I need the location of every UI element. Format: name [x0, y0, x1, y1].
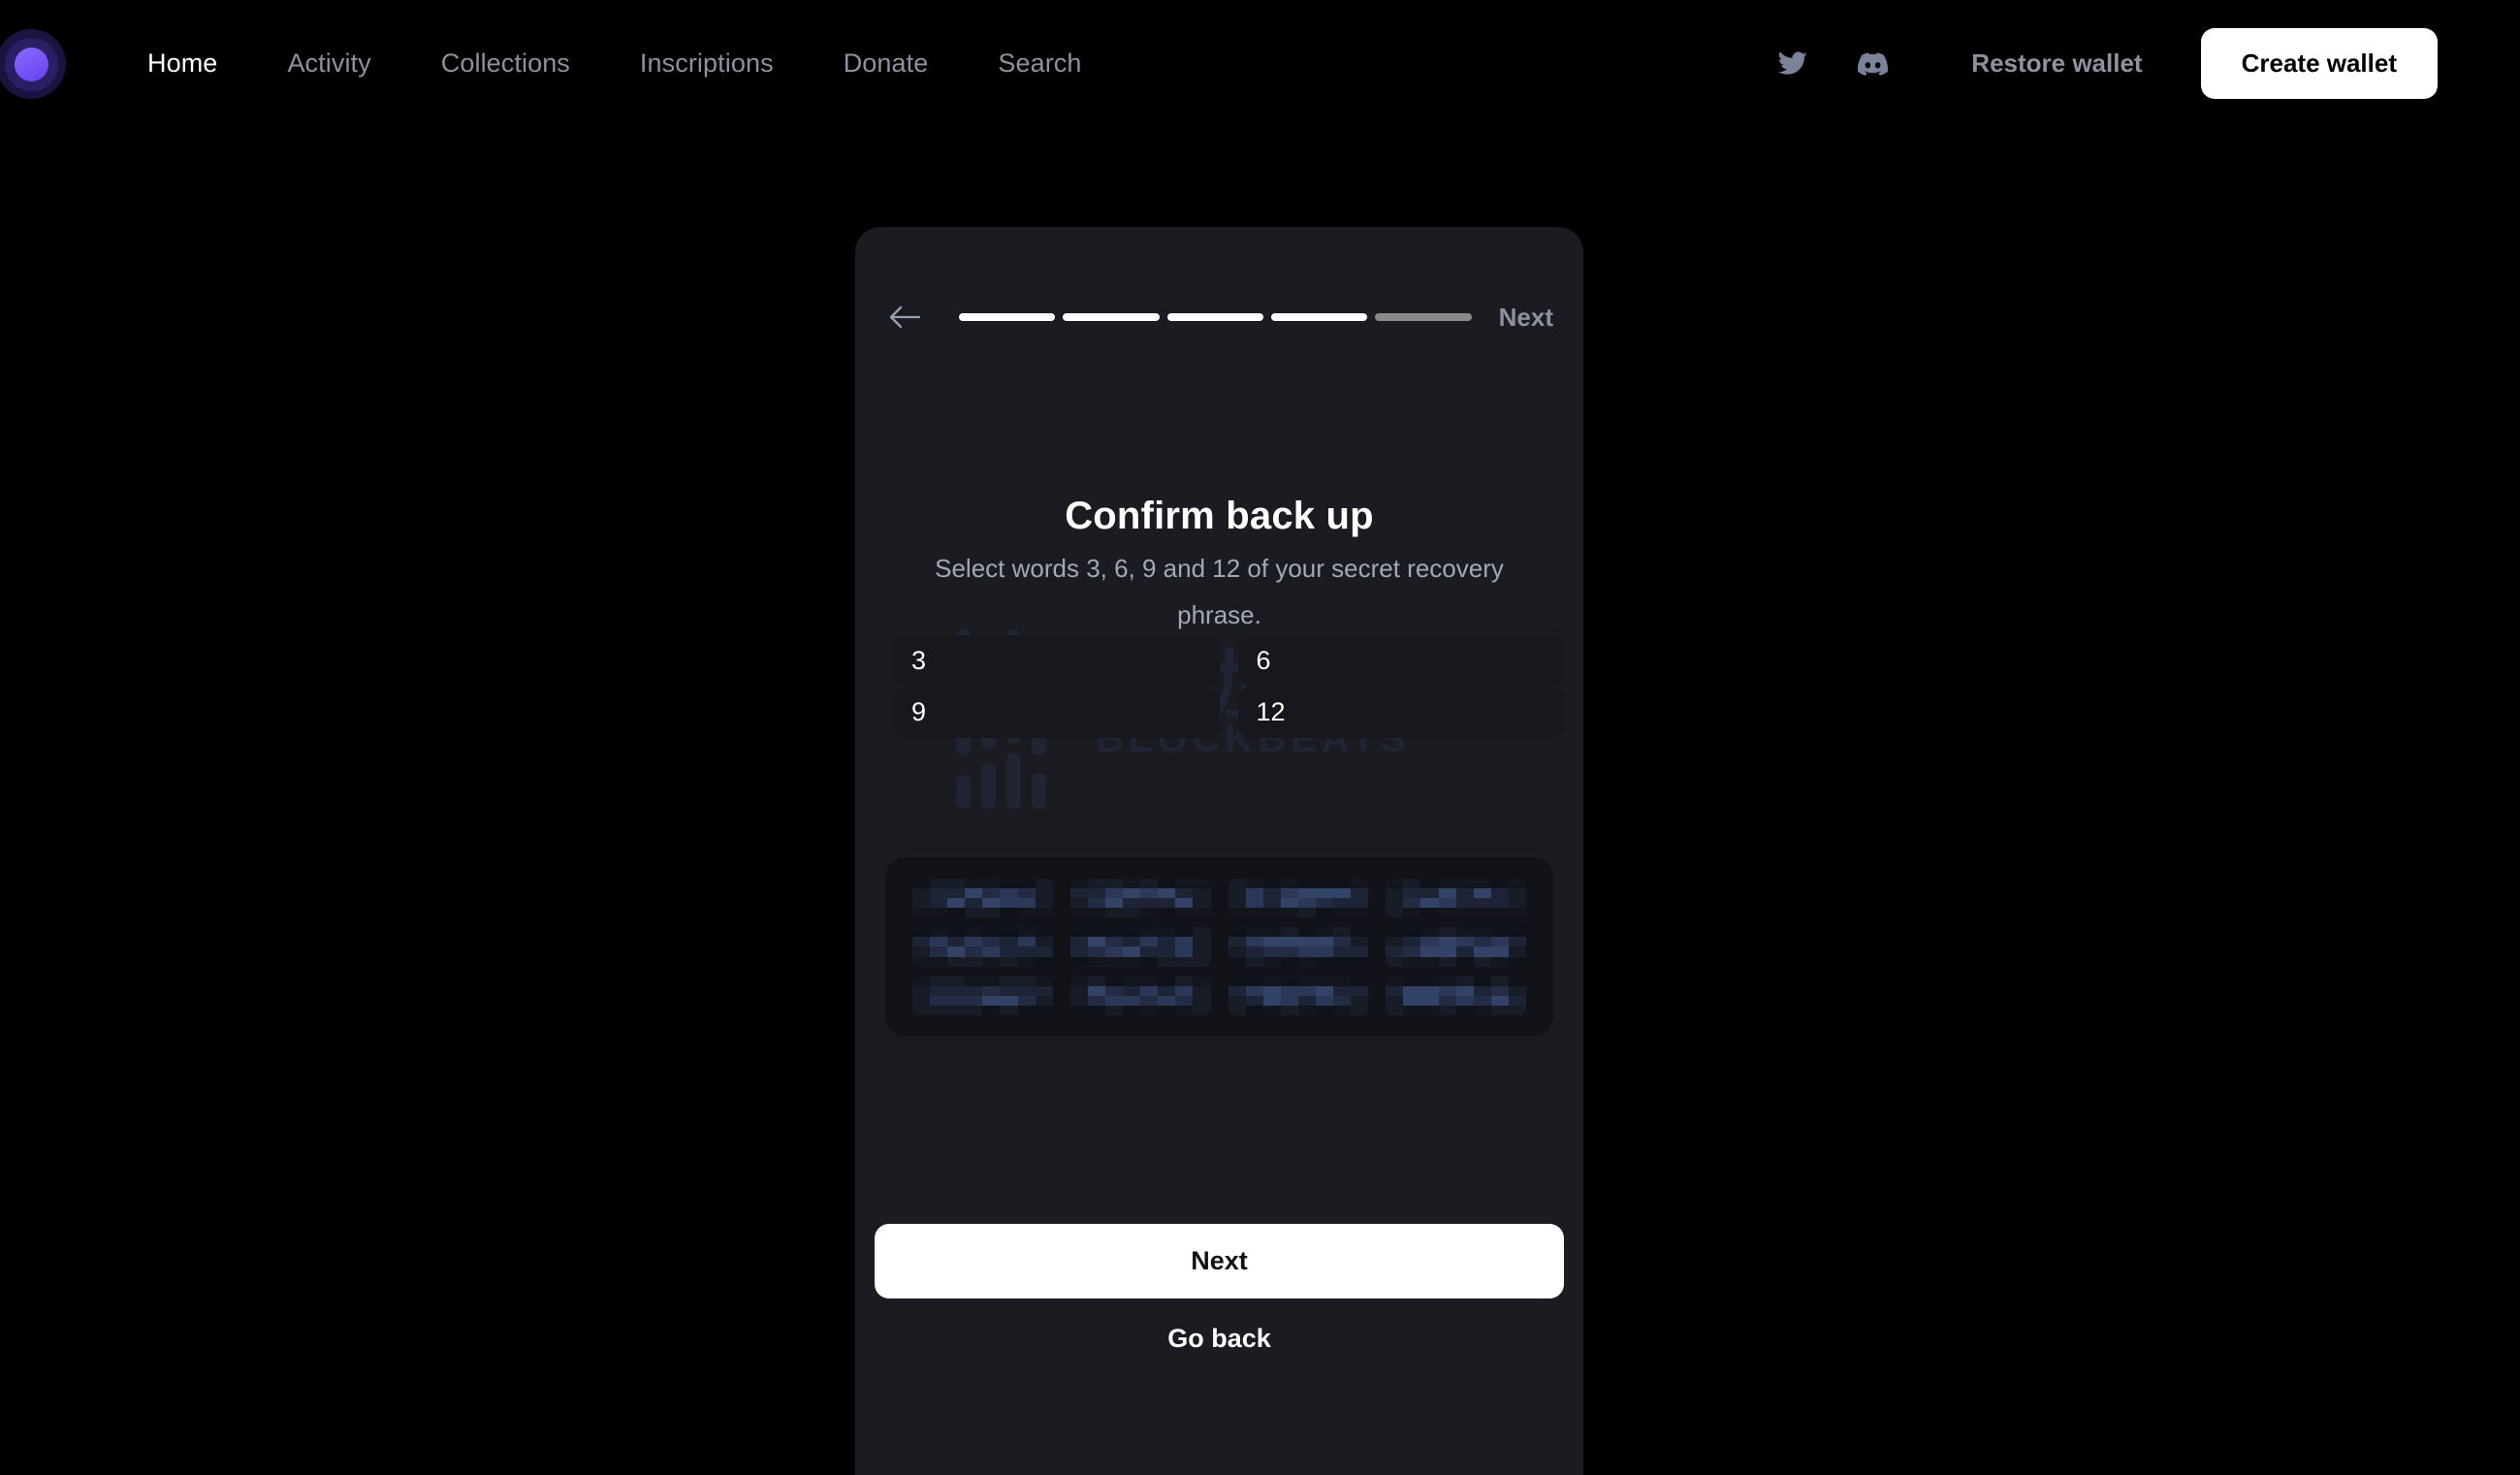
header-next-link[interactable]: Next — [1499, 303, 1553, 333]
next-button[interactable]: Next — [875, 1224, 1564, 1299]
word-chip-7[interactable] — [1228, 927, 1369, 967]
word-chip-3[interactable] — [1228, 879, 1369, 918]
word-chip-label — [912, 879, 1053, 917]
word-chip-label — [1386, 879, 1526, 917]
modal-header: Next — [855, 227, 1583, 334]
word-slot-group: 3 6 9 12 — [875, 635, 1564, 738]
nav-item-home[interactable]: Home — [147, 48, 252, 79]
topbar-actions: Restore wallet Create wallet — [1771, 0, 2520, 127]
confirm-backup-modal: 律动 BLOCKBEATS Next Confirm back up Selec… — [855, 227, 1583, 1475]
progress-segment-5 — [1375, 313, 1472, 321]
discord-icon[interactable] — [1851, 43, 1894, 85]
progress-bar — [959, 313, 1472, 321]
nav-links: Home Activity Collections Inscriptions D… — [147, 0, 1117, 127]
top-navigation-bar: Home Activity Collections Inscriptions D… — [0, 0, 2520, 127]
nav-item-search[interactable]: Search — [963, 48, 1116, 79]
word-slot-6-number: 6 — [1256, 646, 1271, 675]
go-back-button[interactable]: Go back — [875, 1315, 1564, 1362]
twitter-icon[interactable] — [1771, 43, 1814, 85]
word-slot-12-number: 12 — [1256, 697, 1286, 726]
word-chip-label — [1070, 977, 1211, 1015]
word-slot-3-number: 3 — [911, 646, 927, 675]
word-chip-label — [1386, 927, 1526, 966]
word-chip-2[interactable] — [1069, 879, 1211, 918]
word-chip-12[interactable] — [1386, 976, 1526, 1015]
word-chip-5[interactable] — [912, 927, 1053, 967]
word-chip-label — [1070, 927, 1211, 966]
word-chip-6[interactable] — [1069, 927, 1211, 967]
word-pool-grid — [912, 879, 1526, 1015]
word-slot-9-number: 9 — [911, 697, 927, 726]
progress-segment-3 — [1166, 313, 1263, 321]
progress-segment-2 — [1063, 313, 1160, 321]
nav-item-activity[interactable]: Activity — [252, 48, 405, 79]
modal-subtitle: Select words 3, 6, 9 and 12 of your secr… — [935, 554, 1504, 629]
create-wallet-button[interactable]: Create wallet — [2200, 28, 2438, 99]
word-chip-8[interactable] — [1386, 927, 1526, 967]
word-chip-label — [1386, 977, 1526, 1015]
app-logo[interactable] — [0, 29, 66, 99]
word-chip-11[interactable] — [1228, 976, 1369, 1015]
logo-core-icon — [14, 47, 48, 81]
word-chip-1[interactable] — [912, 879, 1053, 918]
word-chip-4[interactable] — [1386, 879, 1526, 918]
word-chip-9[interactable] — [912, 976, 1053, 1015]
word-chip-label — [1070, 879, 1211, 917]
word-chip-label — [1228, 927, 1369, 966]
nav-item-inscriptions[interactable]: Inscriptions — [605, 48, 809, 79]
word-pool-panel — [885, 857, 1553, 1037]
progress-segment-1 — [959, 313, 1056, 321]
word-slot-6[interactable]: 6 — [1220, 635, 1564, 687]
word-chip-label — [912, 977, 1053, 1015]
progress-segment-4 — [1270, 313, 1368, 321]
word-slot-9[interactable]: 9 — [875, 687, 1220, 738]
word-slot-3[interactable]: 3 — [875, 635, 1220, 687]
word-chip-10[interactable] — [1069, 976, 1211, 1015]
word-slot-12[interactable]: 12 — [1220, 687, 1564, 738]
nav-item-donate[interactable]: Donate — [809, 48, 964, 79]
word-chip-label — [912, 927, 1053, 966]
modal-title: Confirm back up — [1065, 495, 1374, 537]
restore-wallet-link[interactable]: Restore wallet — [1971, 48, 2142, 79]
word-chip-label — [1228, 977, 1369, 1015]
arrow-left-icon[interactable] — [885, 298, 924, 337]
word-chip-label — [1228, 879, 1369, 917]
nav-item-collections[interactable]: Collections — [406, 48, 605, 79]
